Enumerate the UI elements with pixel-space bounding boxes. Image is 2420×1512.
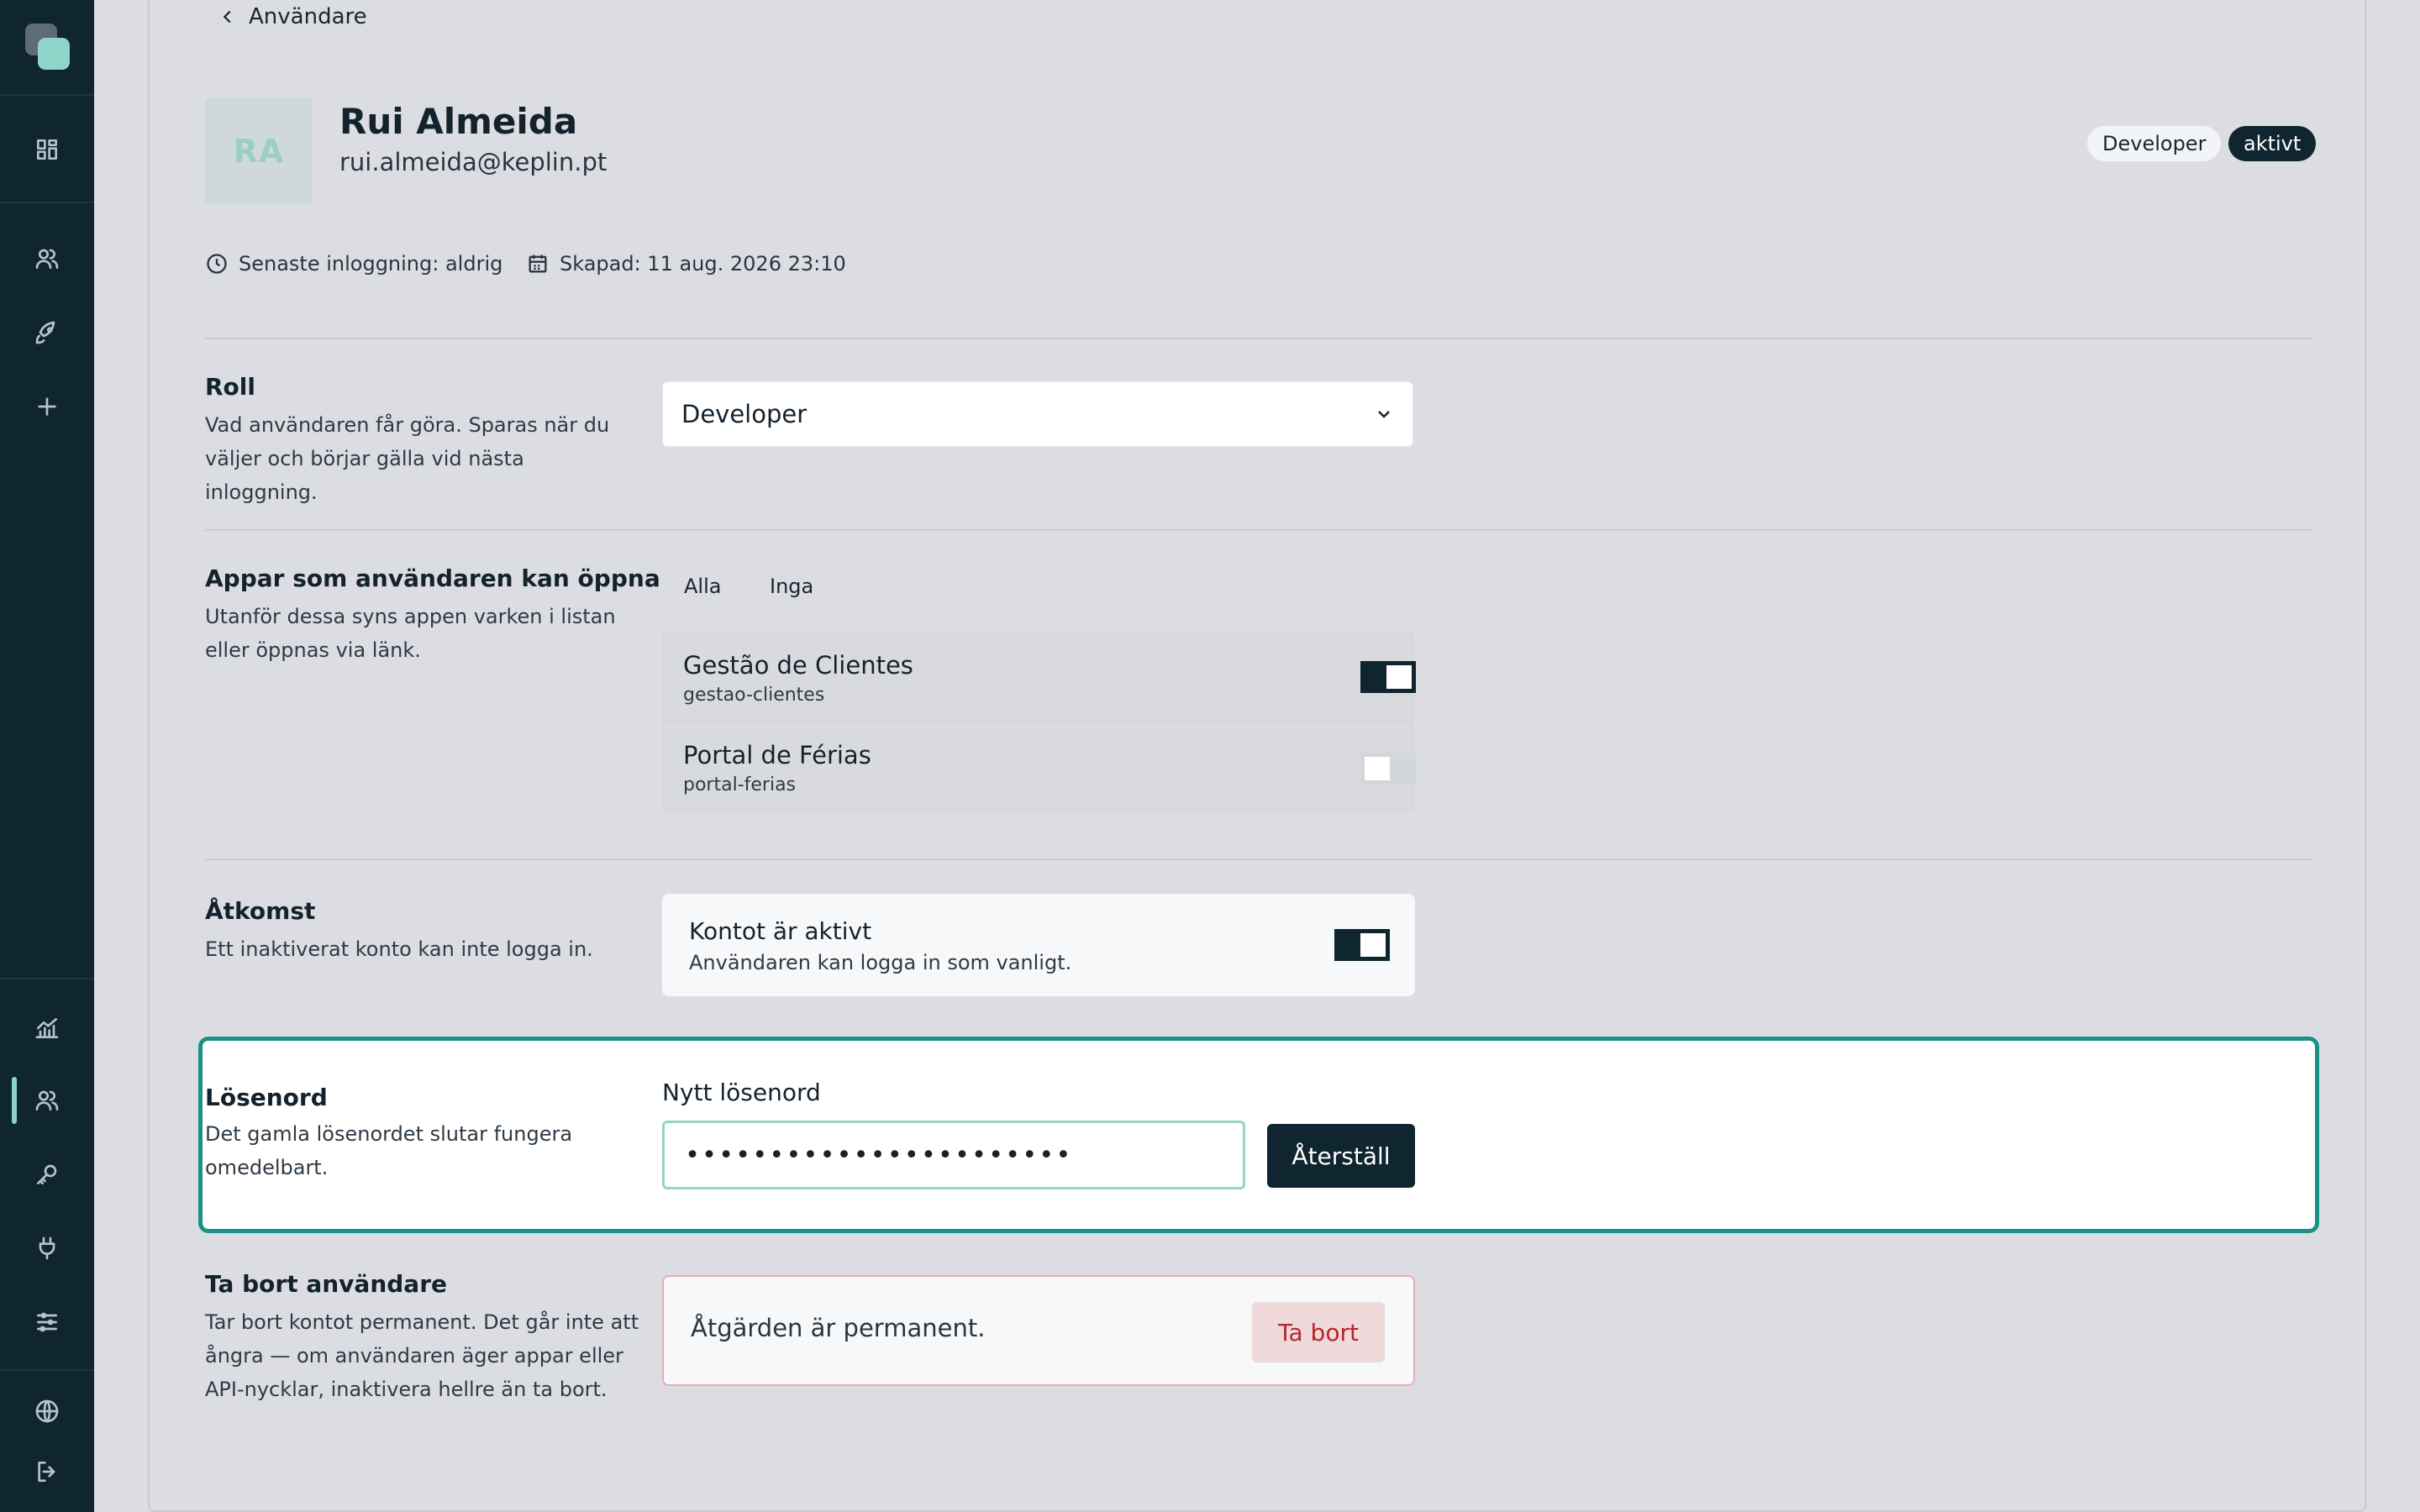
sidebar — [0, 0, 94, 1512]
chevron-left-icon — [223, 10, 231, 24]
app-access-toggle[interactable] — [1360, 753, 1416, 785]
users-icon[interactable] — [29, 1082, 66, 1119]
role-section-description: Vad användaren får göra. Sparas när du v… — [205, 413, 610, 504]
role-section-title: Roll — [205, 373, 255, 401]
apps-list: Gestão de Clientes gestao-clientes Porta… — [662, 632, 1416, 811]
delete-panel: Åtgärden är permanent. Ta bort — [662, 1275, 1415, 1386]
logout-icon[interactable] — [29, 1453, 66, 1490]
created-meta: Skapad: 11 aug. 2026 23:10 — [526, 249, 846, 279]
list-item: Portal de Férias portal-ferias — [663, 722, 1416, 811]
delete-notice: Åtgärden är permanent. — [691, 1314, 986, 1342]
dashboard-icon[interactable] — [29, 131, 66, 168]
section-divider — [205, 858, 2312, 860]
app-slug: gestao-clientes — [683, 685, 825, 706]
delete-section-title: Ta bort användare — [205, 1270, 447, 1298]
app-slug: portal-ferias — [683, 774, 797, 795]
select-all-apps-button[interactable]: Alla — [684, 575, 721, 605]
avatar: RA — [205, 97, 313, 205]
last-login-text: Senaste inloggning: aldrig — [239, 252, 503, 276]
apps-section-title: Appar som användaren kan öppna — [205, 564, 660, 592]
toggle-knob — [1365, 757, 1390, 780]
app-name: Gestão de Clientes — [683, 651, 913, 680]
account-active-description: Användaren kan logga in som vanligt. — [689, 951, 1072, 974]
password-section-title: Lösenord — [205, 1084, 328, 1111]
toggle-knob — [1386, 665, 1412, 689]
toggle-knob — [1360, 933, 1386, 957]
section-divider — [205, 529, 2312, 531]
password-section-description: Det gamla lösenordet slutar fungera omed… — [205, 1122, 573, 1179]
list-item: Gestão de Clientes gestao-clientes — [663, 633, 1416, 722]
back-link[interactable]: Användare — [218, 0, 367, 34]
section-divider — [205, 338, 2312, 339]
back-link-label: Användare — [249, 4, 367, 29]
account-active-title: Kontot är aktivt — [689, 917, 872, 945]
new-password-input[interactable]: ••••••••••••••••••••••• — [662, 1121, 1245, 1189]
sidebar-divider — [0, 1369, 94, 1371]
sidebar-divider — [0, 978, 94, 979]
access-section-title: Åtkomst — [205, 897, 316, 925]
key-icon[interactable] — [29, 1156, 66, 1193]
chart-icon[interactable] — [29, 1010, 66, 1047]
plug-icon[interactable] — [29, 1230, 66, 1267]
role-badge: Developer — [2087, 126, 2222, 161]
sliders-icon[interactable] — [29, 1304, 66, 1341]
active-indicator — [12, 1077, 17, 1124]
role-select-value: Developer — [681, 400, 808, 428]
user-detail-card: Användare RA Rui Almeida rui.almeida@kep… — [148, 0, 2366, 1512]
app-access-toggle[interactable] — [1360, 661, 1416, 693]
last-login-meta: Senaste inloggning: aldrig — [205, 249, 502, 279]
account-active-panel: Kontot är aktivt Användaren kan logga in… — [662, 894, 1415, 996]
sidebar-divider — [0, 94, 94, 96]
status-badge: aktivt — [2228, 126, 2317, 161]
sidebar-divider — [0, 202, 94, 203]
created-text: Skapad: 11 aug. 2026 23:10 — [560, 252, 846, 276]
chevron-down-icon — [1378, 411, 1390, 418]
apps-section-description: Utanför dessa syns appen varken i listan… — [205, 605, 616, 662]
calendar-icon — [529, 255, 547, 273]
users-icon[interactable] — [29, 240, 66, 277]
delete-section-description: Tar bort kontot permanent. Det går inte … — [205, 1310, 639, 1401]
delete-user-button[interactable]: Ta bort — [1252, 1302, 1385, 1362]
reset-password-button[interactable]: Återställ — [1267, 1124, 1415, 1188]
logo-square-front — [38, 38, 70, 70]
access-section-description: Ett inaktiverat konto kan inte logga in. — [205, 937, 593, 961]
user-name: Rui Almeida — [339, 101, 578, 142]
app-name: Portal de Férias — [683, 741, 871, 769]
globe-icon[interactable] — [29, 1393, 66, 1430]
new-password-label: Nytt lösenord — [662, 1079, 821, 1106]
app-logo[interactable] — [25, 24, 71, 71]
plus-icon[interactable] — [29, 388, 66, 425]
account-active-toggle[interactable] — [1334, 929, 1390, 961]
rocket-icon[interactable] — [29, 314, 66, 351]
clock-icon — [207, 254, 227, 274]
user-email: rui.almeida@keplin.pt — [339, 148, 608, 176]
select-no-apps-button[interactable]: Inga — [770, 575, 813, 605]
role-select[interactable]: Developer — [662, 381, 1413, 447]
